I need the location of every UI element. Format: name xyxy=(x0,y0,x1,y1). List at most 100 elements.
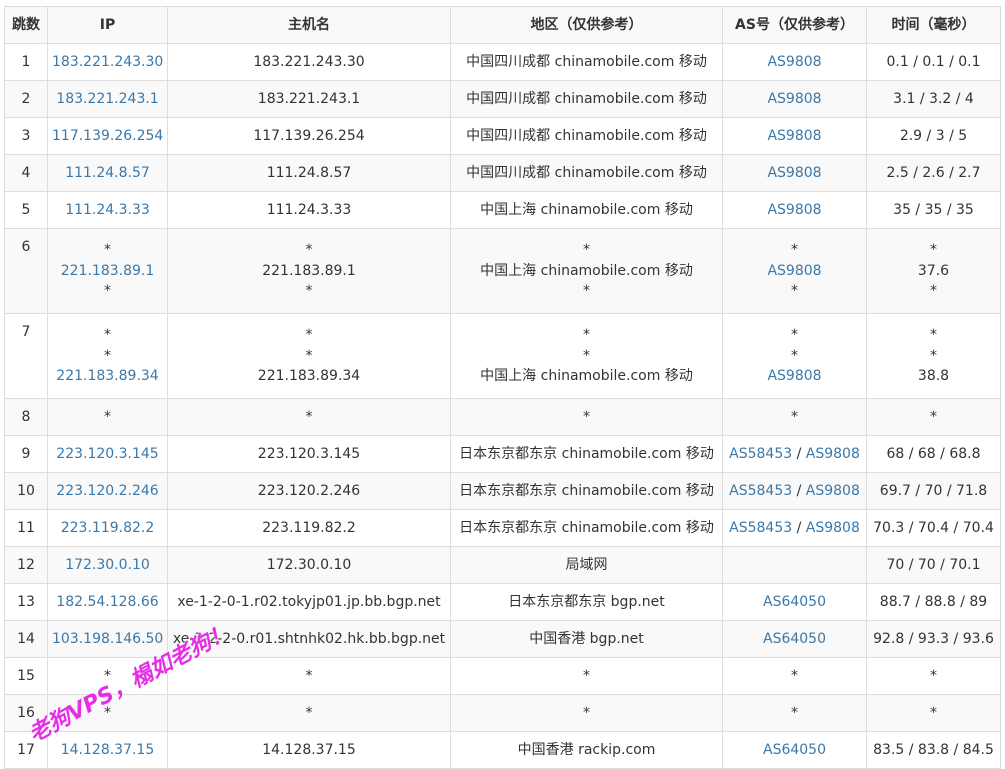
as-cell: AS58453 / AS9808 xyxy=(722,509,867,547)
as-link[interactable]: AS9808 xyxy=(767,368,821,384)
time-text: * xyxy=(930,327,937,344)
region-cell: 中国香港 rackip.com xyxy=(450,731,723,769)
as-cell: AS9808 xyxy=(722,80,867,118)
ip-cell: 117.139.26.254 xyxy=(47,117,168,155)
as-line: AS9808 xyxy=(727,261,862,282)
as-text: * xyxy=(791,327,798,344)
table-row: 14 103.198.146.50 xe-3-2-2-0.r01.shtnhk02.… xyxy=(4,620,1001,658)
hostname-cell: * xyxy=(167,694,451,732)
as-link[interactable]: AS58453 xyxy=(729,446,792,462)
table-header-row: 跳数 IP 主机名 地区（仅供参考） AS号（仅供参考） 时间（毫秒） xyxy=(4,6,1001,44)
region-cell: * xyxy=(450,398,723,436)
hop-cell: 3 xyxy=(4,117,48,155)
ip-link[interactable]: 14.128.37.15 xyxy=(52,740,163,761)
time-cell: 88.7 / 88.8 / 89 xyxy=(866,583,1001,621)
hostname-cell: xe-1-2-0-1.r02.tokyjp01.jp.bb.bgp.net xyxy=(167,583,451,621)
hostname-cell: 223.120.2.246 xyxy=(167,472,451,510)
as-link[interactable]: AS64050 xyxy=(763,594,826,610)
ip-link[interactable]: 117.139.26.254 xyxy=(52,126,163,147)
as-link[interactable]: AS58453 xyxy=(729,483,792,499)
ip-text: * xyxy=(104,667,111,684)
time-text: 88.7 / 88.8 / 89 xyxy=(879,593,988,610)
hostname-text: 221.183.89.1 xyxy=(262,262,356,279)
time-cell: 3.1 / 3.2 / 4 xyxy=(866,80,1001,118)
as-line: * xyxy=(727,240,862,261)
ip-cell: * xyxy=(47,657,168,695)
as-link[interactable]: AS9808 xyxy=(806,483,860,499)
ip-link[interactable]: 223.119.82.2 xyxy=(52,518,163,539)
region-text: * xyxy=(583,283,590,300)
ip-link[interactable]: 111.24.8.57 xyxy=(52,163,163,184)
ip-text: * xyxy=(104,283,111,300)
ip-link[interactable]: 103.198.146.50 xyxy=(52,629,163,650)
as-link[interactable]: AS9808 xyxy=(806,520,860,536)
as-cell: * * AS9808 xyxy=(722,313,867,399)
ip-link[interactable]: 223.120.3.145 xyxy=(52,444,163,465)
ip-cell: 111.24.8.57 xyxy=(47,154,168,192)
as-link[interactable]: AS58453 xyxy=(729,520,792,536)
hostname-text: * xyxy=(305,704,313,721)
region-text: 局域网 xyxy=(565,556,608,573)
time-cell: 92.8 / 93.3 / 93.6 xyxy=(866,620,1001,658)
time-cell: 70.3 / 70.4 / 70.4 xyxy=(866,509,1001,547)
as-link[interactable]: AS64050 xyxy=(763,631,826,647)
ip-link[interactable]: 223.120.2.246 xyxy=(52,481,163,502)
hostname-text: 14.128.37.15 xyxy=(262,741,356,758)
region-text: * xyxy=(583,704,590,721)
as-link[interactable]: AS9808 xyxy=(767,128,821,144)
region-cell: 中国上海 chinamobile.com 移动 xyxy=(450,191,723,229)
ip-link[interactable]: 111.24.3.33 xyxy=(52,200,163,221)
as-line: AS9808 xyxy=(727,200,862,221)
ip-link[interactable]: 183.221.243.1 xyxy=(52,89,163,110)
as-link[interactable]: AS9808 xyxy=(767,202,821,218)
hostname-cell: * xyxy=(167,398,451,436)
as-line: * xyxy=(727,346,862,367)
as-link[interactable]: AS64050 xyxy=(763,742,826,758)
region-cell: * 中国上海 chinamobile.com 移动 * xyxy=(450,228,723,314)
time-cell: 68 / 68 / 68.8 xyxy=(866,435,1001,473)
time-cell: 35 / 35 / 35 xyxy=(866,191,1001,229)
time-cell: 83.5 / 83.8 / 84.5 xyxy=(866,731,1001,769)
hop-cell: 11 xyxy=(4,509,48,547)
ip-link[interactable]: 221.183.89.1 xyxy=(52,261,163,282)
table-row: 1 183.221.243.30 183.221.243.30 中国四川成都 chin… xyxy=(4,43,1001,81)
as-line: * xyxy=(727,407,862,428)
as-line: AS64050 xyxy=(727,629,862,650)
ip-cell: 183.221.243.1 xyxy=(47,80,168,118)
hostname-cell: 117.139.26.254 xyxy=(167,117,451,155)
ip-link[interactable]: 172.30.0.10 xyxy=(52,555,163,576)
as-line: AS64050 xyxy=(727,740,862,761)
as-link[interactable]: AS9808 xyxy=(767,91,821,107)
table-row: 7 * * 221.183.89.34 * * 221.183.89.34 * * 中国上海 ch… xyxy=(4,313,1001,399)
region-text: * xyxy=(583,242,590,259)
time-text: 70.3 / 70.4 / 70.4 xyxy=(873,519,994,536)
hop-cell: 17 xyxy=(4,731,48,769)
ip-link[interactable]: 183.221.243.30 xyxy=(52,52,163,73)
as-link[interactable]: AS9808 xyxy=(767,54,821,70)
as-cell: * xyxy=(722,657,867,695)
hop-cell: 13 xyxy=(4,583,48,621)
time-cell: * 37.6 * xyxy=(866,228,1001,314)
as-link[interactable]: AS9808 xyxy=(767,263,821,279)
region-text: 中国四川成都 chinamobile.com 移动 xyxy=(466,53,707,70)
table-row: 15 * * * * * xyxy=(4,657,1001,695)
ip-link[interactable]: 182.54.128.66 xyxy=(52,592,163,613)
region-text: 日本东京都东京 chinamobile.com 移动 xyxy=(459,482,714,499)
time-text: * xyxy=(930,242,937,259)
ip-link[interactable]: 221.183.89.34 xyxy=(52,366,163,387)
hostname-cell: 223.119.82.2 xyxy=(167,509,451,547)
ip-cell: * 221.183.89.1 * xyxy=(47,228,168,314)
hop-cell: 6 xyxy=(4,228,48,314)
time-text: 37.6 xyxy=(917,262,950,279)
table-row: 4 111.24.8.57 111.24.8.57 中国四川成都 chinamobil… xyxy=(4,154,1001,192)
hop-cell: 14 xyxy=(4,620,48,658)
table-row: 6 * 221.183.89.1 * * 221.183.89.1 * * 中国上海 china… xyxy=(4,228,1001,314)
table-row: 9 223.120.3.145 223.120.3.145 日本东京都东京 china… xyxy=(4,435,1001,473)
region-text: 日本东京都东京 chinamobile.com 移动 xyxy=(459,519,714,536)
as-link[interactable]: AS9808 xyxy=(806,446,860,462)
as-cell xyxy=(722,546,867,584)
as-link[interactable]: AS9808 xyxy=(767,165,821,181)
region-cell: 局域网 xyxy=(450,546,723,584)
time-text: 83.5 / 83.8 / 84.5 xyxy=(873,741,994,758)
region-cell: 中国香港 bgp.net xyxy=(450,620,723,658)
